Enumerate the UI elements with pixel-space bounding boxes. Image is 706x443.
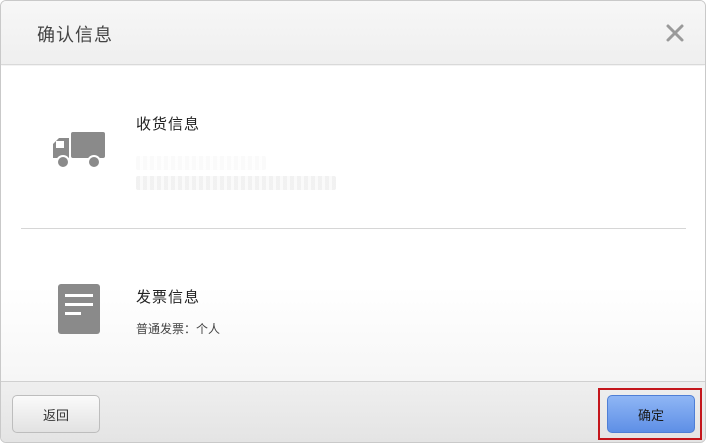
invoice-detail: 普通发票：个人 bbox=[136, 322, 221, 336]
invoice-section: 发票信息 普通发票：个人 bbox=[1, 66, 705, 336]
document-icon bbox=[58, 284, 100, 334]
invoice-title: 发票信息 bbox=[136, 288, 201, 306]
confirm-dialog: 确认信息 收货信息 发票信息 普通发票：个人 返回 确定 bbox=[0, 0, 706, 443]
section-divider bbox=[21, 228, 686, 229]
dialog-title: 确认信息 bbox=[37, 25, 113, 46]
close-button[interactable] bbox=[661, 19, 689, 47]
back-button[interactable]: 返回 bbox=[12, 395, 100, 433]
dialog-body: 收货信息 发票信息 普通发票：个人 bbox=[1, 66, 705, 381]
confirm-button[interactable]: 确定 bbox=[607, 395, 695, 433]
close-icon bbox=[666, 24, 684, 42]
dialog-footer: 返回 确定 bbox=[1, 381, 705, 442]
dialog-header: 确认信息 bbox=[1, 1, 705, 65]
